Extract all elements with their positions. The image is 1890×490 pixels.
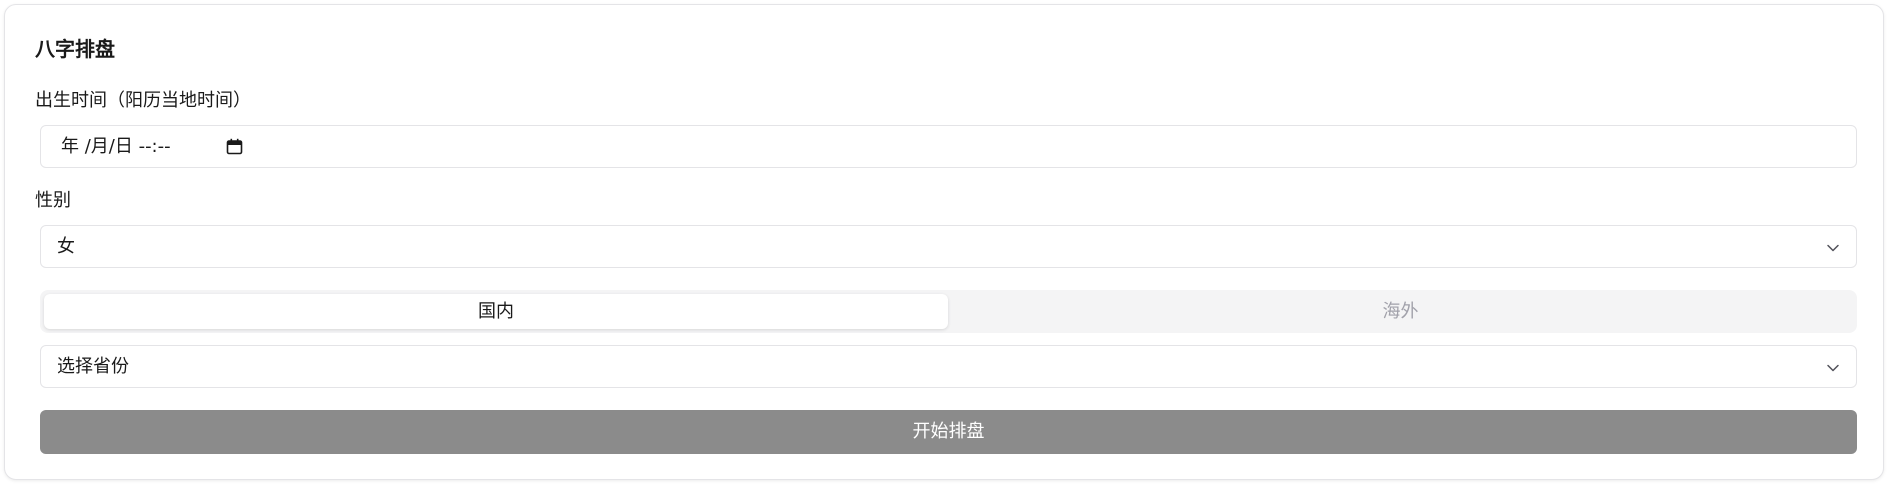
province-select[interactable]: 选择省份 — [40, 345, 1857, 388]
gender-select[interactable]: 女 — [40, 225, 1857, 268]
tab-domestic[interactable]: 国内 — [44, 294, 948, 329]
calendar-icon[interactable] — [226, 138, 243, 155]
gender-label: 性别 — [35, 190, 71, 211]
birth-datetime-value: 年 /月/日 --:-- — [61, 136, 171, 157]
birth-time-label: 出生时间（阳历当地时间） — [35, 90, 251, 111]
tab-overseas[interactable]: 海外 — [948, 294, 1853, 329]
chevron-down-icon — [1826, 360, 1840, 374]
birth-datetime-input[interactable]: 年 /月/日 --:-- — [40, 125, 1857, 168]
start-chart-button[interactable]: 开始排盘 — [40, 410, 1857, 454]
chevron-down-icon — [1826, 240, 1840, 254]
province-placeholder: 选择省份 — [57, 356, 129, 377]
form-title: 八字排盘 — [35, 37, 115, 61]
region-tabs: 国内 海外 — [40, 290, 1857, 333]
bazi-form-card: 八字排盘 出生时间（阳历当地时间） 年 /月/日 --:-- 性别 女 国内 海… — [4, 4, 1884, 480]
gender-selected-value: 女 — [57, 236, 75, 257]
